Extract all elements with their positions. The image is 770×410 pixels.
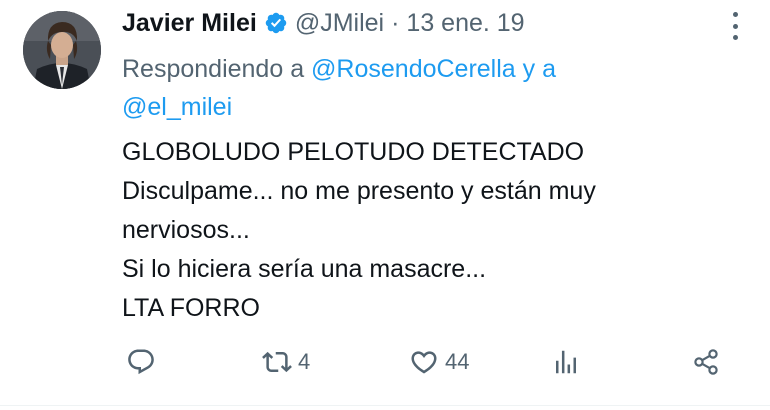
more-options-icon[interactable] <box>728 12 742 40</box>
mention-link[interactable]: @el_milei <box>122 93 232 121</box>
retweet-count: 4 <box>298 349 311 374</box>
action-bar: 4 44 <box>0 342 770 382</box>
share-button[interactable] <box>691 342 721 382</box>
mention-link[interactable]: @RosendoCerella <box>311 55 516 83</box>
replying-prefix: Respondiendo a <box>122 55 312 83</box>
profile-photo-icon <box>23 11 101 89</box>
retweet-icon <box>262 351 292 373</box>
heart-icon <box>411 351 437 374</box>
reply-button[interactable] <box>126 342 156 382</box>
retweet-button[interactable]: 4 <box>262 342 310 382</box>
verified-badge-icon <box>264 11 288 35</box>
tweet-text-line: LTA FORRO <box>122 294 260 322</box>
replying-conjunction: y a <box>515 55 556 83</box>
tweet-text-line: Disculpame... no me presento y están muy <box>122 177 596 205</box>
views-icon <box>556 350 576 374</box>
tweet-text-line: GLOBOLUDO PELOTUDO DETECTADO <box>122 138 585 166</box>
author-handle[interactable]: @JMilei <box>295 6 384 40</box>
avatar[interactable] <box>23 11 101 89</box>
author-name[interactable]: Javier Milei <box>122 6 257 40</box>
like-count: 44 <box>445 349 470 374</box>
views-button[interactable] <box>551 342 581 382</box>
tweet: Javier Milei @JMilei · 13 ene. 19 Respon… <box>0 0 770 410</box>
replying-to: Respondiendo a @RosendoCerella y a @el_m… <box>122 50 682 126</box>
tweet-date[interactable]: 13 ene. 19 <box>406 6 524 40</box>
tweet-text-line: Si lo hiciera sería una masacre... <box>122 255 487 283</box>
like-button[interactable]: 44 <box>409 342 469 382</box>
reply-icon <box>128 349 154 375</box>
share-icon <box>694 349 718 375</box>
tweet-header: Javier Milei @JMilei · 13 ene. 19 <box>122 6 525 40</box>
separator-dot: · <box>391 9 400 37</box>
tweet-text-line: nerviosos... <box>122 216 250 244</box>
tweet-text: GLOBOLUDO PELOTUDO DETECTADO Disculpame.… <box>122 133 722 328</box>
divider <box>0 405 770 406</box>
